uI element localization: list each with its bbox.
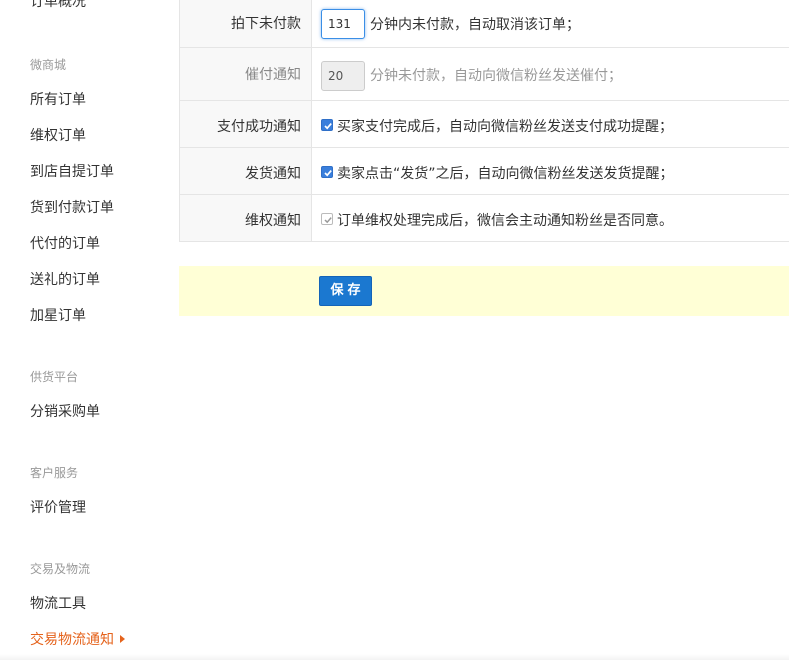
- notification-settings-table: 拍下未付款 分钟内未付款，自动取消该订单； 催付通知 分钟未付款，自动向微信粉丝…: [179, 0, 789, 242]
- caret-right-icon: [120, 635, 125, 643]
- sidebar-item-rights-orders[interactable]: 维权订单: [30, 125, 86, 145]
- setting-row-rights: 维权通知 订单维权处理完成后，微信会主动通知粉丝是否同意。: [179, 195, 789, 242]
- save-bar: 保存: [179, 266, 789, 316]
- shipping-notice-checkbox[interactable]: [321, 166, 333, 178]
- sidebar-item-starred-orders[interactable]: 加星订单: [30, 305, 86, 325]
- setting-description: 分钟内未付款，自动取消该订单；: [370, 17, 580, 33]
- setting-row-shipping: 发货通知 卖家点击“发货”之后，自动向微信粉丝发送发货提醒；: [179, 148, 789, 195]
- setting-label: 维权通知: [245, 213, 301, 229]
- sidebar-item-gift-orders[interactable]: 送礼的订单: [30, 269, 100, 289]
- payment-success-checkbox[interactable]: [321, 119, 333, 131]
- sidebar-group-title: 交易及物流: [30, 562, 91, 576]
- sidebar-item-label: 交易物流通知: [30, 632, 114, 648]
- setting-label: 催付通知: [245, 67, 301, 83]
- setting-row-unpaid: 拍下未付款 分钟内未付款，自动取消该订单；: [179, 0, 789, 48]
- sidebar-item-pickup-orders[interactable]: 到店自提订单: [30, 161, 114, 181]
- sidebar-group-title: 微商城: [30, 58, 67, 72]
- setting-label: 发货通知: [245, 166, 301, 182]
- setting-description: 订单维权处理完成后，微信会主动通知粉丝是否同意。: [337, 213, 673, 229]
- setting-description: 买家支付完成后，自动向微信粉丝发送支付成功提醒；: [337, 119, 673, 135]
- sidebar: 订单概况 微商城 所有订单 维权订单 到店自提订单 货到付款订单 代付的订单 送…: [0, 0, 178, 660]
- setting-label: 拍下未付款: [231, 16, 301, 32]
- setting-row-payment-reminder: 催付通知 分钟未付款，自动向微信粉丝发送催付；: [179, 48, 789, 101]
- check-icon: [324, 217, 332, 224]
- sidebar-item-distribution-purchase[interactable]: 分销采购单: [30, 401, 100, 421]
- setting-row-payment-success: 支付成功通知 买家支付完成后，自动向微信粉丝发送支付成功提醒；: [179, 101, 789, 148]
- sidebar-item-all-orders[interactable]: 所有订单: [30, 89, 86, 109]
- setting-label: 支付成功通知: [217, 119, 301, 135]
- sidebar-group-title: 供货平台: [30, 370, 79, 384]
- rights-notice-checkbox[interactable]: [321, 213, 333, 225]
- bottom-shadow: [0, 654, 789, 660]
- sidebar-group-title: 客户服务: [30, 466, 79, 480]
- unpaid-minutes-input[interactable]: [321, 9, 365, 39]
- sidebar-item-proxy-pay-orders[interactable]: 代付的订单: [30, 233, 100, 253]
- save-button[interactable]: 保存: [319, 276, 372, 306]
- reminder-minutes-input[interactable]: [321, 61, 365, 91]
- check-icon: [324, 123, 332, 130]
- setting-description: 卖家点击“发货”之后，自动向微信粉丝发送发货提醒；: [337, 166, 674, 182]
- sidebar-item-trade-logistics-notice[interactable]: 交易物流通知: [30, 629, 125, 649]
- sidebar-item-cod-orders[interactable]: 货到付款订单: [30, 197, 114, 217]
- check-icon: [324, 170, 332, 177]
- sidebar-item-review-management[interactable]: 评价管理: [30, 497, 86, 517]
- sidebar-item-order-overview[interactable]: 订单概况: [30, 0, 86, 11]
- sidebar-item-logistics-tools[interactable]: 物流工具: [30, 593, 86, 613]
- setting-description: 分钟未付款，自动向微信粉丝发送催付；: [370, 68, 622, 84]
